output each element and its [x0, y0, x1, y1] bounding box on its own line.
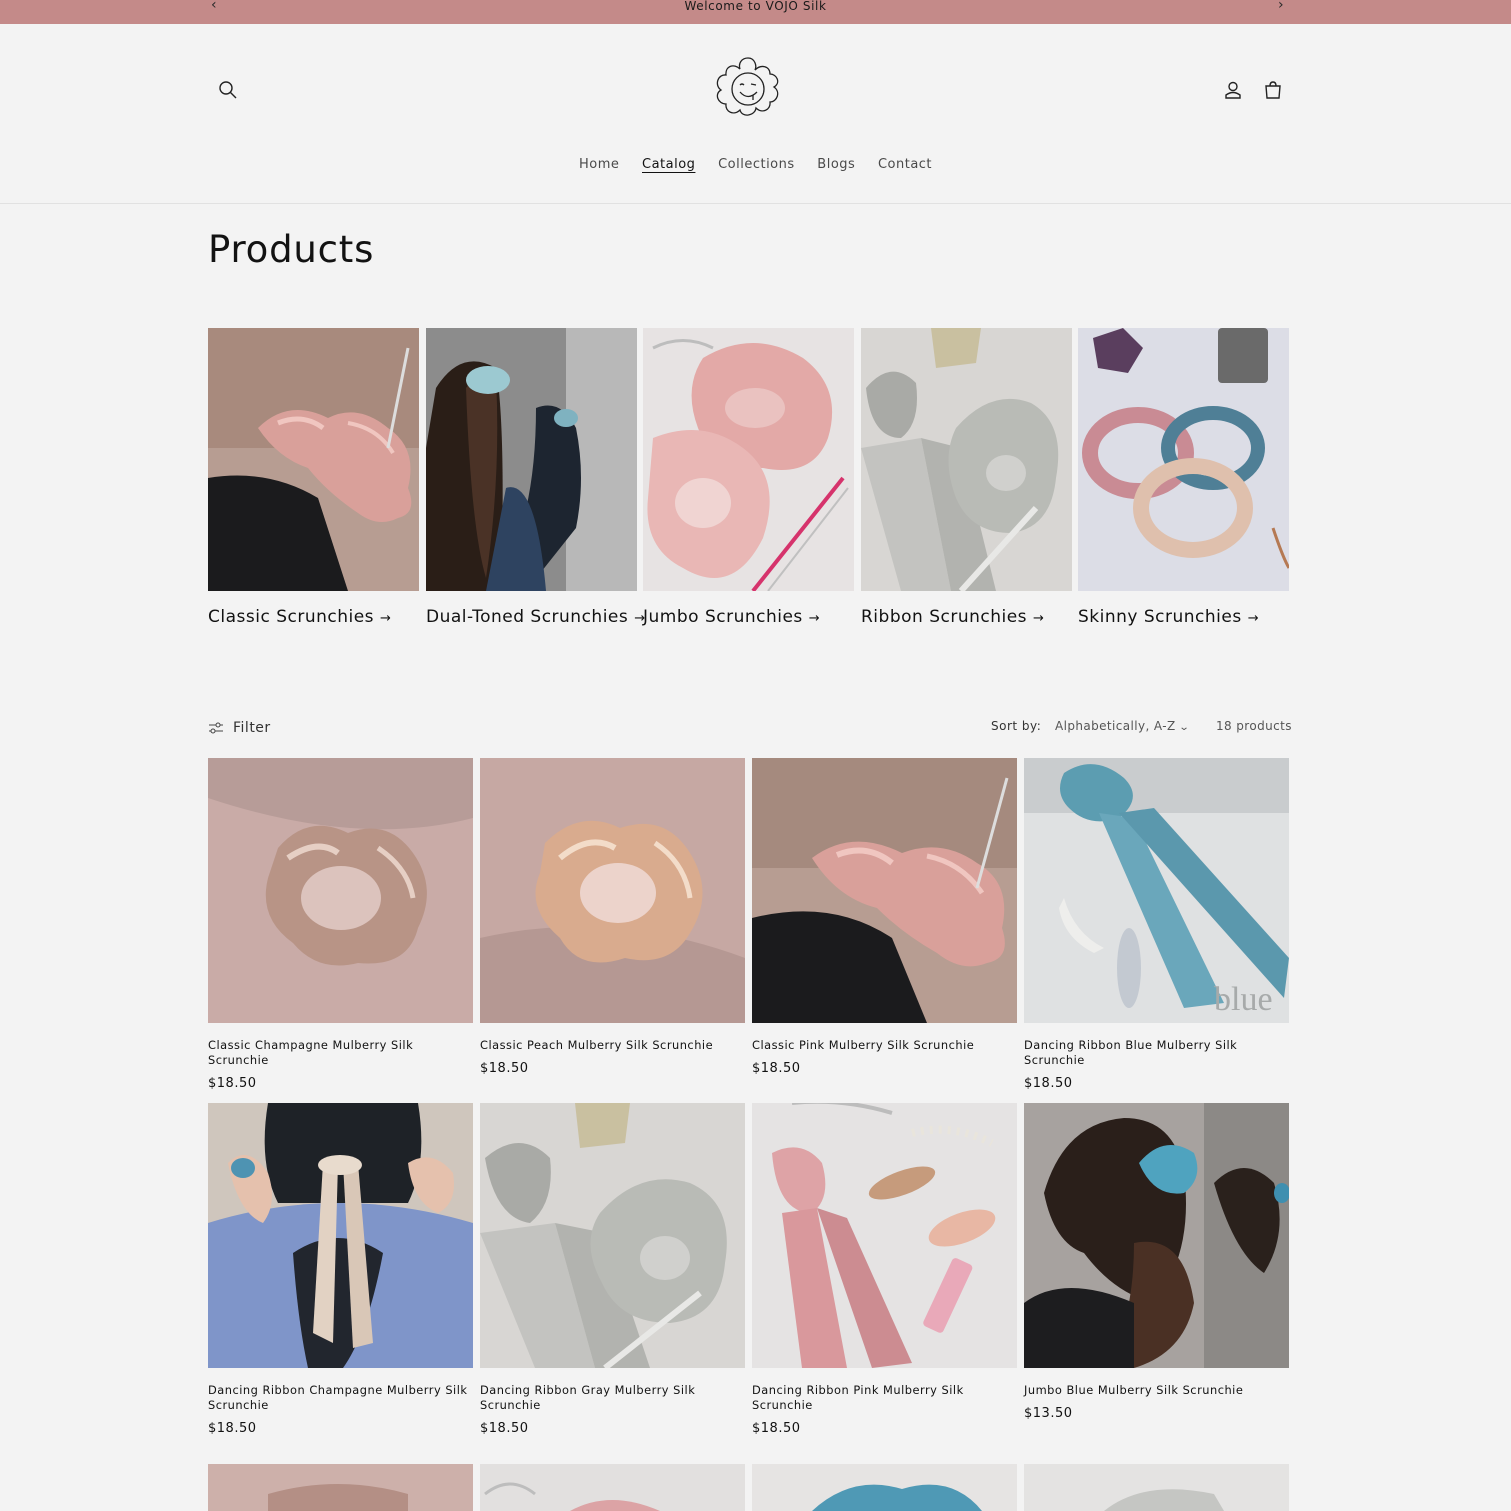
collection-card-classic[interactable]: Classic Scrunchies →: [208, 328, 419, 627]
product-title[interactable]: Dancing Ribbon Champagne Mulberry Silk S…: [208, 1383, 473, 1413]
smiling-flower-logo-icon: [716, 57, 779, 116]
image-watermark-text: blue: [1214, 981, 1273, 1018]
filter-button[interactable]: Filter: [208, 720, 271, 736]
sort-label: Sort by:: [991, 719, 1042, 733]
site-header: Home Catalog Collections Blogs Contact: [0, 24, 1511, 204]
product-title[interactable]: Dancing Ribbon Gray Mulberry Silk Scrunc…: [480, 1383, 745, 1413]
product-card[interactable]: Classic Champagne Mulberry Silk Scrunchi…: [208, 758, 473, 1091]
product-card[interactable]: [1024, 1464, 1289, 1511]
product-image: [1024, 1464, 1289, 1511]
product-image: [208, 1464, 473, 1511]
collection-label: Skinny Scrunchies: [1078, 607, 1242, 627]
cart-button[interactable]: [1258, 75, 1288, 105]
account-icon: [1225, 81, 1241, 99]
announcement-bar: ‹ Welcome to VOJO Silk ›: [0, 0, 1511, 24]
product-count: 18 products: [1216, 719, 1292, 733]
page-title: Products: [208, 228, 375, 271]
product-title[interactable]: Classic Peach Mulberry Silk Scrunchie: [480, 1038, 745, 1053]
product-price: $18.50: [752, 1061, 801, 1076]
collection-card-ribbon[interactable]: Ribbon Scrunchies →: [861, 328, 1072, 627]
arrow-right-icon: →: [380, 611, 392, 626]
filter-label: Filter: [233, 720, 271, 736]
nav-collections[interactable]: Collections: [718, 157, 795, 172]
collection-card-jumbo[interactable]: Jumbo Scrunchies →: [643, 328, 854, 627]
nav-blogs[interactable]: Blogs: [817, 157, 855, 172]
product-image: [480, 1103, 745, 1368]
product-price: $13.50: [1024, 1406, 1073, 1421]
announcement-next-button[interactable]: ›: [1278, 0, 1284, 13]
search-button[interactable]: [213, 75, 243, 105]
arrow-right-icon: →: [1033, 611, 1045, 626]
product-title[interactable]: Classic Champagne Mulberry Silk Scrunchi…: [208, 1038, 473, 1068]
nav-catalog[interactable]: Catalog: [642, 157, 695, 172]
product-image: [752, 758, 1017, 1023]
product-image: [1024, 1103, 1289, 1368]
account-button[interactable]: [1218, 75, 1248, 105]
product-price: $18.50: [208, 1076, 257, 1091]
arrow-right-icon: →: [808, 611, 821, 626]
announcement-text: Welcome to VOJO Silk: [684, 0, 827, 13]
product-title[interactable]: Dancing Ribbon Blue Mulberry Silk Scrunc…: [1024, 1038, 1289, 1068]
product-price: $18.50: [480, 1061, 529, 1076]
logo[interactable]: [707, 52, 789, 132]
product-card[interactable]: Jumbo Blue Mulberry Silk Scrunchie $13.5…: [1024, 1103, 1289, 1421]
product-card[interactable]: [480, 1464, 745, 1511]
collection-label: Jumbo Scrunchies: [643, 607, 803, 627]
cart-icon: [1265, 81, 1281, 99]
collection-image: [208, 328, 419, 591]
product-image: [752, 1464, 1017, 1511]
collection-image: [1078, 328, 1289, 591]
product-title[interactable]: Classic Pink Mulberry Silk Scrunchie: [752, 1038, 1017, 1053]
search-icon: [219, 81, 237, 99]
product-card[interactable]: Classic Pink Mulberry Silk Scrunchie $18…: [752, 758, 1017, 1076]
product-card[interactable]: [208, 1464, 473, 1511]
collection-label: Ribbon Scrunchies: [861, 607, 1028, 627]
sliders-icon: [209, 722, 223, 734]
product-price: $18.50: [480, 1421, 529, 1436]
main-nav: Home Catalog Collections Blogs Contact: [0, 157, 1511, 172]
product-image: blue: [1024, 758, 1289, 1023]
product-price: $18.50: [208, 1421, 257, 1436]
collection-card-dual-toned[interactable]: Dual-Toned Scrunchies →: [426, 328, 645, 627]
collection-label: Classic Scrunchies: [208, 607, 375, 627]
nav-contact[interactable]: Contact: [878, 157, 932, 172]
product-card[interactable]: blue Dancing Ribbon Blue Mulberry Silk S…: [1024, 758, 1289, 1091]
product-image: [480, 758, 745, 1023]
product-card[interactable]: [752, 1464, 1017, 1511]
collection-image: [426, 328, 637, 591]
product-image: [752, 1103, 1017, 1368]
product-card[interactable]: Dancing Ribbon Pink Mulberry Silk Scrunc…: [752, 1103, 1017, 1436]
product-price: $18.50: [752, 1421, 801, 1436]
arrow-right-icon: →: [1247, 611, 1260, 626]
product-title[interactable]: Dancing Ribbon Pink Mulberry Silk Scrunc…: [752, 1383, 1017, 1413]
product-image: [208, 1103, 473, 1368]
product-card[interactable]: Dancing Ribbon Gray Mulberry Silk Scrunc…: [480, 1103, 745, 1436]
sort-value: Alphabetically, A-Z: [1055, 719, 1176, 733]
product-image: [480, 1464, 745, 1511]
product-price: $18.50: [1024, 1076, 1073, 1091]
chevron-down-icon: ⌄: [1178, 722, 1190, 733]
product-title[interactable]: Jumbo Blue Mulberry Silk Scrunchie: [1024, 1383, 1289, 1398]
collection-image: [861, 328, 1072, 591]
sort-select[interactable]: Alphabetically, A-Z ⌄: [1055, 719, 1189, 733]
nav-home[interactable]: Home: [579, 157, 619, 172]
collection-label: Dual-Toned Scrunchies: [426, 607, 629, 627]
product-card[interactable]: Classic Peach Mulberry Silk Scrunchie $1…: [480, 758, 745, 1076]
product-image: [208, 758, 473, 1023]
collection-image: [643, 328, 854, 591]
product-card[interactable]: Dancing Ribbon Champagne Mulberry Silk S…: [208, 1103, 473, 1436]
collection-card-skinny[interactable]: Skinny Scrunchies →: [1078, 328, 1289, 627]
